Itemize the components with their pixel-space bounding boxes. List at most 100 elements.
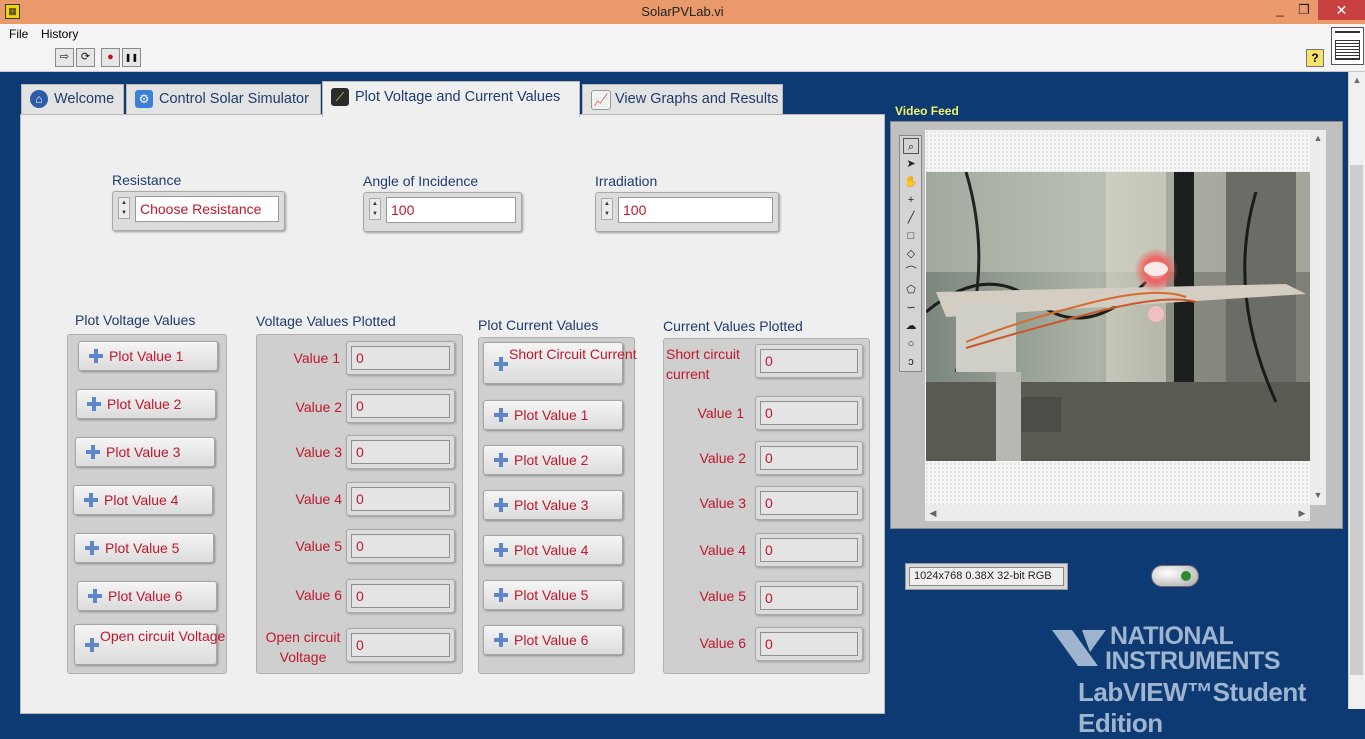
rotated-rectangle-tool-icon[interactable]: ◇ bbox=[903, 246, 919, 262]
plot-voltage-title: Plot Voltage Values bbox=[75, 312, 196, 328]
freehand-line-tool-icon[interactable]: ∽ bbox=[903, 300, 919, 316]
vi-icon-panel bbox=[1331, 27, 1364, 65]
current-row-label: Value 2 bbox=[699, 450, 746, 466]
scroll-down-icon[interactable]: ▼ bbox=[1310, 487, 1326, 503]
voltage-row-label: Value 1 bbox=[293, 350, 340, 366]
tab-view-graphs-results[interactable]: 📈 View Graphs and Results bbox=[582, 84, 783, 114]
angle-numeric[interactable]: ▲ ▼ 100 bbox=[363, 192, 522, 232]
plot-voltage-button-2[interactable]: Plot Value 2 bbox=[76, 389, 216, 419]
scroll-right-icon[interactable]: ▶ bbox=[1294, 505, 1310, 521]
tab-plot-voltage-current[interactable]: ⟋ Plot Voltage and Current Values bbox=[322, 81, 580, 117]
plus-icon bbox=[85, 541, 99, 555]
menu-file[interactable]: File bbox=[9, 27, 28, 41]
plus-icon bbox=[88, 589, 102, 603]
current-row-label: Value 5 bbox=[699, 588, 746, 604]
angle-value[interactable]: 100 bbox=[386, 197, 516, 223]
current-value-indicator: 0 bbox=[755, 344, 863, 378]
plot-voltage-button-1[interactable]: Plot Value 1 bbox=[78, 341, 218, 371]
help-button[interactable]: ? bbox=[1306, 49, 1324, 67]
run-button[interactable]: ⇨ bbox=[55, 48, 74, 67]
voltage-plotted-title: Voltage Values Plotted bbox=[256, 313, 396, 329]
tab-label: Welcome bbox=[54, 91, 115, 107]
voltage-value-indicator: 0 bbox=[346, 389, 455, 423]
title-bar: ▦ SolarPVLab.vi _ ❐ ✕ bbox=[0, 0, 1365, 24]
pause-button[interactable]: ❚❚ bbox=[122, 48, 141, 67]
spin-icon[interactable]: ▲ ▼ bbox=[369, 198, 381, 220]
voltage-row-label: Value 6 bbox=[295, 587, 342, 603]
plot-current-button-1[interactable]: Plot Value 1 bbox=[483, 400, 623, 430]
plot-current-button-2[interactable]: Plot Value 2 bbox=[483, 445, 623, 475]
plus-icon bbox=[494, 633, 508, 647]
plot-open-circuit-voltage-button[interactable]: Open circuit Voltage bbox=[74, 624, 225, 665]
run-continuously-button[interactable]: ⟳ bbox=[76, 48, 95, 67]
plot-current-button-3[interactable]: Plot Value 3 bbox=[483, 490, 623, 520]
annulus-tool-icon[interactable]: ⌒ bbox=[903, 264, 919, 280]
irradiation-value[interactable]: 100 bbox=[618, 197, 773, 223]
menu-bar: File History bbox=[0, 24, 1365, 44]
resistance-ring[interactable]: ▲ ▼ Choose Resistance bbox=[112, 191, 285, 231]
plus-icon bbox=[84, 493, 98, 507]
home-icon: ⌂ bbox=[30, 90, 48, 108]
spin-icon[interactable]: ▲ ▼ bbox=[118, 197, 130, 219]
current-row-label: Short circuit current bbox=[666, 346, 740, 382]
plot-voltage-button-5[interactable]: Plot Value 5 bbox=[74, 533, 214, 563]
tab-welcome[interactable]: ⌂ Welcome bbox=[21, 84, 124, 114]
maximize-button[interactable]: ❐ bbox=[1292, 0, 1316, 20]
polygon-tool-icon[interactable]: ⬠ bbox=[903, 282, 919, 298]
irradiation-label: Irradiation bbox=[595, 173, 658, 189]
current-row-label: Value 3 bbox=[699, 495, 746, 511]
angle-label: Angle of Incidence bbox=[363, 173, 479, 189]
plus-icon bbox=[494, 357, 508, 371]
plot-current-button-6[interactable]: Plot Value 6 bbox=[483, 625, 623, 655]
plot-voltage-button-6[interactable]: Plot Value 6 bbox=[77, 581, 217, 611]
rectangle-tool-icon[interactable]: □ bbox=[903, 228, 919, 244]
plot-voltage-button-3[interactable]: Plot Value 3 bbox=[75, 437, 215, 467]
horizontal-scrollbar[interactable]: ◀ ▶ bbox=[925, 505, 1310, 521]
close-button[interactable]: ✕ bbox=[1318, 0, 1365, 20]
plus-icon bbox=[494, 543, 508, 557]
current-value-indicator: 0 bbox=[755, 533, 863, 567]
pan-tool-icon[interactable]: ✋ bbox=[903, 174, 919, 190]
current-value-indicator: 0 bbox=[755, 396, 863, 430]
pointer-tool-icon[interactable]: ➤ bbox=[903, 156, 919, 172]
scrollbar-thumb[interactable] bbox=[1350, 165, 1363, 675]
spin-icon[interactable]: ▲ ▼ bbox=[601, 198, 613, 220]
minimize-button[interactable]: _ bbox=[1268, 0, 1292, 20]
scroll-up-icon[interactable]: ▲ bbox=[1349, 72, 1365, 88]
plot-voltage-button-4[interactable]: Plot Value 4 bbox=[73, 485, 213, 515]
freehand-region-tool-icon[interactable]: ☁ bbox=[903, 318, 919, 334]
current-row-label: Value 4 bbox=[699, 542, 746, 558]
voltage-row-label: Value 5 bbox=[295, 538, 342, 554]
zoom-tool-icon[interactable]: ⌕ bbox=[903, 138, 919, 154]
current-value-indicator: 0 bbox=[755, 627, 863, 661]
scroll-left-icon[interactable]: ◀ bbox=[925, 505, 941, 521]
irradiation-numeric[interactable]: ▲ ▼ 100 bbox=[595, 192, 779, 232]
graph-icon: 📈 bbox=[591, 90, 611, 110]
current-plotted-title: Current Values Plotted bbox=[663, 318, 803, 334]
resistance-value[interactable]: Choose Resistance bbox=[135, 196, 279, 222]
status-led-icon[interactable] bbox=[1151, 565, 1199, 587]
video-feed-label: Video Feed bbox=[895, 104, 959, 118]
plus-icon bbox=[494, 498, 508, 512]
vertical-scrollbar[interactable]: ▲ ▼ bbox=[1310, 130, 1326, 505]
plus-icon bbox=[87, 397, 101, 411]
scroll-up-icon[interactable]: ▲ bbox=[1310, 130, 1326, 146]
plus-icon bbox=[494, 453, 508, 467]
plot-current-button-5[interactable]: Plot Value 5 bbox=[483, 580, 623, 610]
gear-icon: ⚙ bbox=[135, 90, 153, 108]
abort-button[interactable]: ● bbox=[101, 48, 120, 67]
tab-control-solar-simulator[interactable]: ⚙ Control Solar Simulator bbox=[126, 84, 321, 114]
polyline-tool-icon[interactable]: ↄ bbox=[903, 354, 919, 370]
logo-line-3: LabVIEW™Student Edition bbox=[1078, 677, 1306, 738]
plot-current-button-4[interactable]: Plot Value 4 bbox=[483, 535, 623, 565]
plot-short-circuit-current-button[interactable]: Short Circuit Current bbox=[483, 342, 637, 384]
menu-history[interactable]: History bbox=[41, 27, 78, 41]
voltage-value-indicator: 0 bbox=[346, 341, 455, 375]
point-tool-icon[interactable]: + bbox=[903, 192, 919, 208]
plus-icon bbox=[89, 349, 103, 363]
oval-tool-icon[interactable]: ○ bbox=[903, 336, 919, 352]
line-tool-icon[interactable]: ╱ bbox=[903, 210, 919, 226]
plot-current-title: Plot Current Values bbox=[478, 317, 599, 333]
tab-label: View Graphs and Results bbox=[615, 91, 779, 107]
current-value-indicator: 0 bbox=[755, 486, 863, 520]
